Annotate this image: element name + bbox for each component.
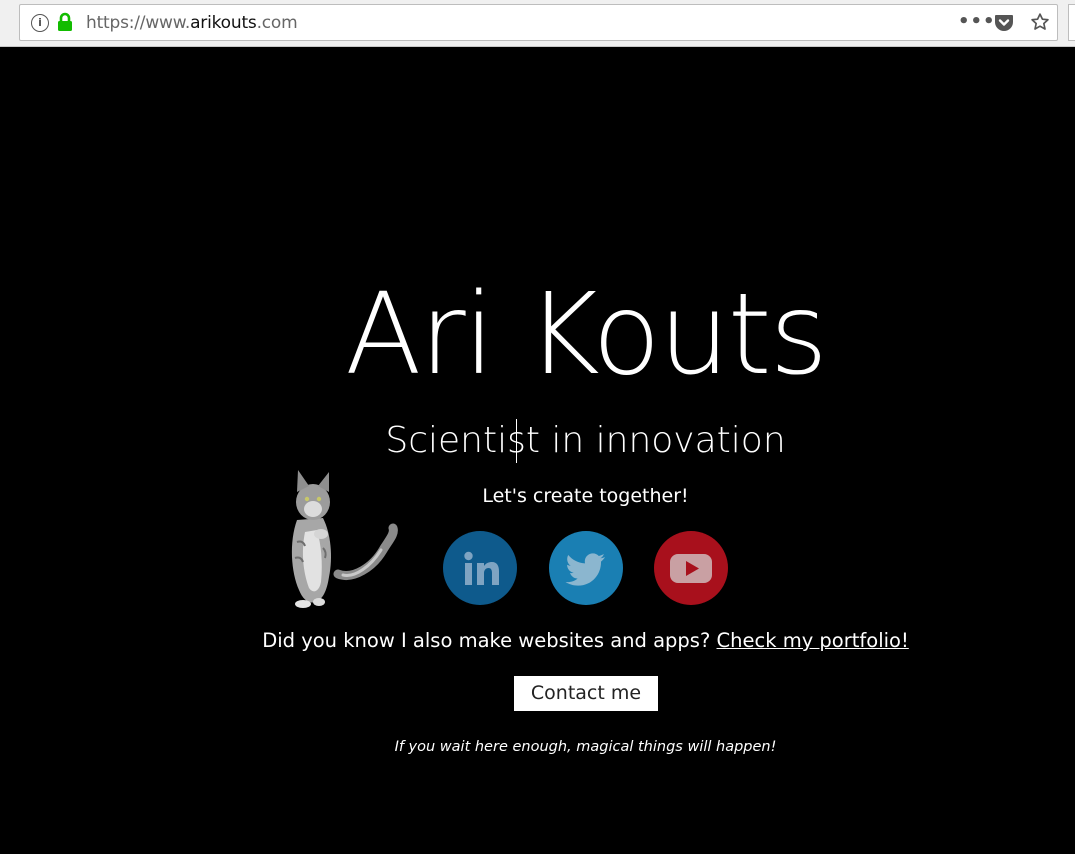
tagline: Let's create together! <box>482 485 689 507</box>
url-prefix: https://www. <box>86 13 191 33</box>
portfolio-text: Did you know I also make websites and ap… <box>262 629 717 652</box>
info-icon[interactable]: i <box>31 14 49 32</box>
twitter-button[interactable] <box>549 531 623 605</box>
text-cursor <box>516 419 517 463</box>
cat-image <box>291 470 398 608</box>
address-bar[interactable]: i https://www.arikouts.com ••• <box>19 4 1058 41</box>
browser-toolbar: i https://www.arikouts.com ••• <box>0 0 1075 47</box>
portfolio-link[interactable]: Check my portfolio! <box>717 629 909 652</box>
pocket-icon[interactable] <box>994 13 1014 32</box>
bookmark-star-icon[interactable] <box>1030 12 1050 32</box>
linkedin-icon <box>464 551 499 585</box>
subtitle: Scientist in innovation <box>385 420 786 461</box>
url-text[interactable]: https://www.arikouts.com <box>86 13 298 33</box>
linkedin-button[interactable] <box>443 531 517 605</box>
url-suffix: .com <box>256 13 298 33</box>
youtube-button[interactable] <box>654 531 728 605</box>
page-content: Ari Kouts Scientist in innovation Let's … <box>0 48 1075 854</box>
page-title: Ari Kouts <box>344 270 828 400</box>
lock-icon[interactable] <box>57 12 73 32</box>
twitter-icon <box>565 553 605 586</box>
portfolio-line: Did you know I also make websites and ap… <box>0 629 1075 652</box>
url-domain: arikouts <box>190 13 257 33</box>
sidebar-edge <box>1068 4 1075 41</box>
contact-button[interactable]: Contact me <box>514 676 658 711</box>
youtube-icon <box>670 554 712 583</box>
footnote: If you wait here enough, magical things … <box>394 739 777 755</box>
page-actions-icon[interactable]: ••• <box>958 11 996 32</box>
